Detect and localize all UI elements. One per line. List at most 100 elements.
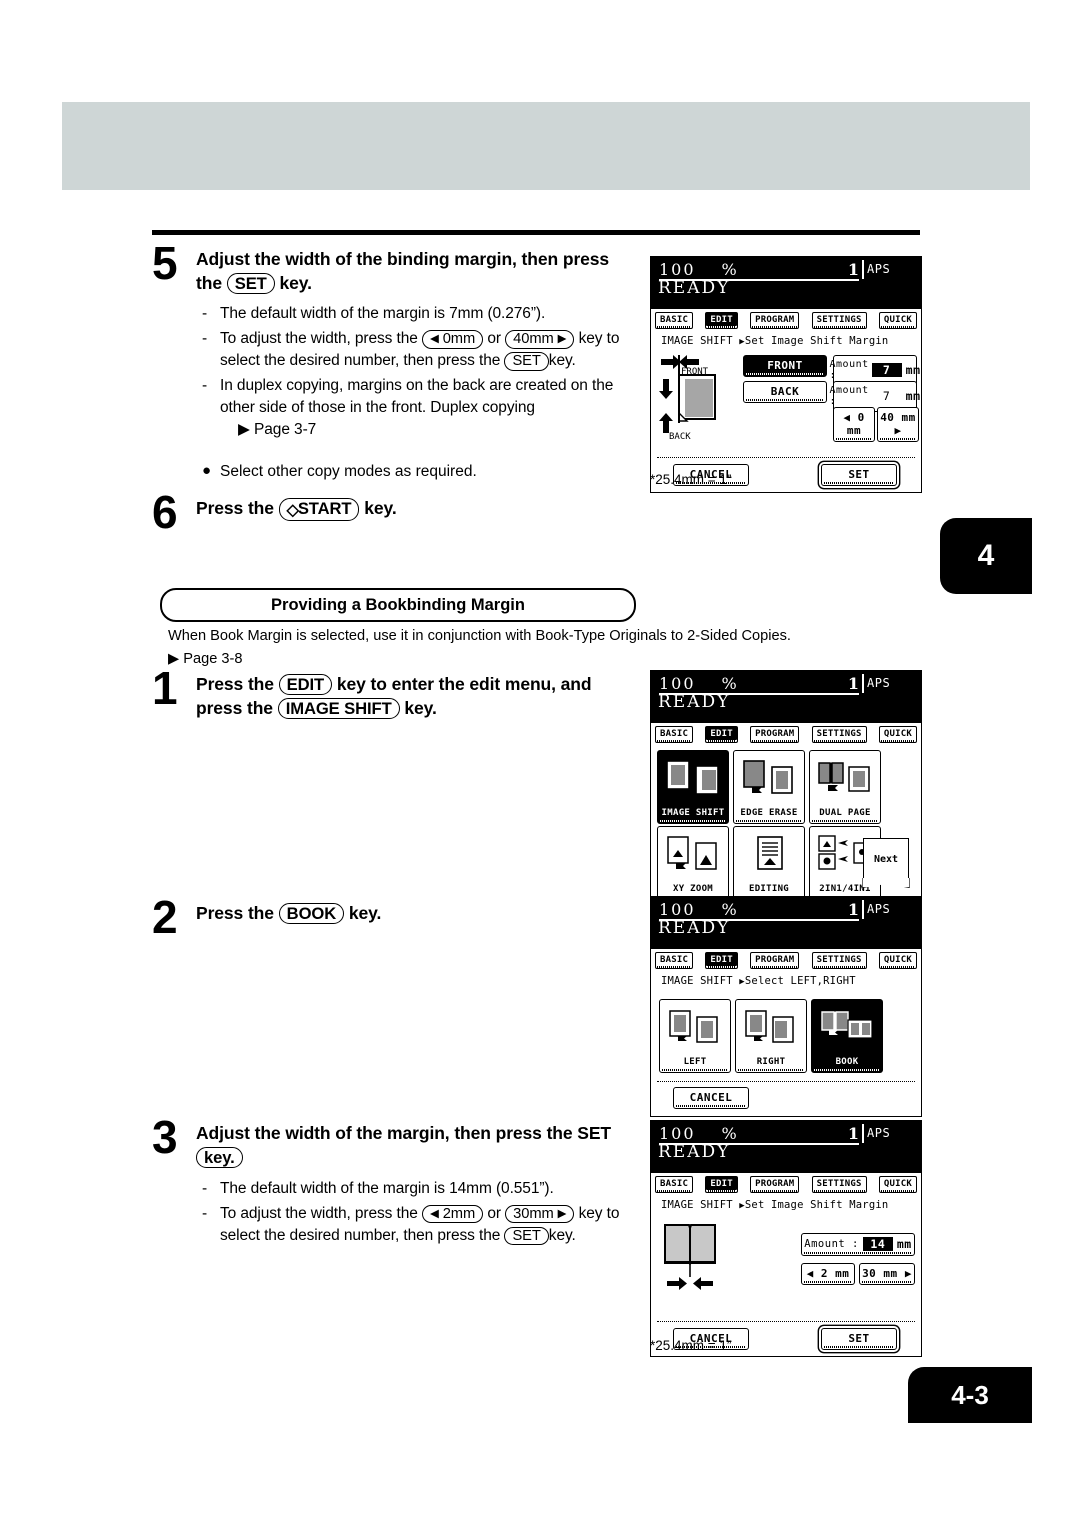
- shift-right-icon: [736, 1000, 806, 1057]
- triangle-left-icon: ◀: [806, 1267, 814, 1280]
- step-5-or: or: [487, 330, 501, 348]
- step-6-pre: Press the: [196, 498, 274, 519]
- tab-program[interactable]: PROGRAM: [750, 312, 800, 329]
- step-5-bullet-3-text: In duplex copying, margins on the back a…: [220, 377, 614, 417]
- tab-edit[interactable]: EDIT: [705, 952, 738, 969]
- chapter-tab: 4: [940, 518, 1032, 594]
- paper-mode-label: APS: [867, 676, 891, 690]
- tile-image-shift-label: IMAGE SHIFT: [661, 808, 725, 818]
- tab-basic[interactable]: BASIC: [655, 1176, 694, 1193]
- tile-dual-page[interactable]: DUAL PAGE: [809, 750, 881, 824]
- increase-margin-button[interactable]: 30 mm ▶: [859, 1263, 915, 1285]
- step-5-bullets: - The default width of the margin is 7mm…: [200, 303, 648, 441]
- amount-back-label: Amount :: [829, 385, 869, 407]
- tile-book-label: BOOK: [835, 1057, 859, 1067]
- breadcrumb-sub: Select LEFT,RIGHT: [744, 975, 856, 987]
- amount-row[interactable]: Amount : 14 mm: [801, 1233, 915, 1256]
- decrease-margin-button[interactable]: ◀ 0 mm: [833, 407, 875, 442]
- lcd-breadcrumb: IMAGE SHIFT ▶Set Image Shift Margin: [651, 1196, 921, 1213]
- tab-quick[interactable]: QUICK: [878, 726, 917, 743]
- percent-sign: %: [721, 900, 739, 919]
- lcd-tab-bar[interactable]: BASIC EDIT PROGRAM SETTINGS QUICK: [651, 949, 921, 972]
- key-word-capsule: key.: [196, 1146, 243, 1168]
- ref-arrow-icon: ▶: [168, 650, 180, 667]
- tile-right[interactable]: RIGHT: [735, 999, 807, 1073]
- zoom-ratio-value: 100: [659, 1124, 696, 1143]
- lcd-tab-bar[interactable]: BASIC EDIT PROGRAM SETTINGS QUICK: [651, 1173, 921, 1196]
- tile-xy-zoom[interactable]: XY ZOOM: [657, 826, 729, 900]
- set-button[interactable]: SET: [821, 1328, 897, 1350]
- tile-image-shift[interactable]: IMAGE SHIFT: [657, 750, 729, 824]
- lcd-action-row: CANCEL: [651, 1082, 921, 1116]
- tab-edit[interactable]: EDIT: [705, 312, 738, 329]
- diamond-icon: ◇: [286, 502, 299, 520]
- lcd-content-area: Amount : 14 mm ◀ 2 mm 30 mm ▶: [651, 1213, 921, 1321]
- tile-left[interactable]: LEFT: [659, 999, 731, 1073]
- tab-quick[interactable]: QUICK: [878, 952, 917, 969]
- breadcrumb-main: IMAGE SHIFT: [661, 335, 733, 347]
- front-button[interactable]: FRONT: [743, 355, 827, 377]
- lcd-content-area: LEFT RIGHT BOOK: [651, 989, 921, 1081]
- lcd-status-bar: 100% 1 APS READY: [651, 671, 921, 723]
- image-shift-icon: [658, 751, 728, 808]
- step-3-heading-line1: Adjust the width of the margin, then pre…: [196, 1123, 612, 1144]
- cancel-button[interactable]: CANCEL: [673, 1087, 749, 1109]
- tile-edge-erase[interactable]: EDGE ERASE: [733, 750, 805, 824]
- lcd-tab-bar[interactable]: BASIC EDIT PROGRAM SETTINGS QUICK: [651, 723, 921, 746]
- section-lede-text: When Book Margin is selected, use it in …: [168, 628, 791, 644]
- lcd-panel-select-left-right[interactable]: 100% 1 APS READY BASIC EDIT PROGRAM SETT…: [650, 896, 922, 1117]
- amount-front-label: Amount :: [829, 359, 869, 381]
- amount-front-value: 7: [871, 363, 902, 377]
- tab-settings[interactable]: SETTINGS: [811, 1176, 867, 1193]
- tab-program[interactable]: PROGRAM: [750, 952, 800, 969]
- tile-right-label: RIGHT: [756, 1057, 786, 1067]
- lcd-panel-edit-menu[interactable]: 100% 1 APS READY BASIC EDIT PROGRAM SETT…: [650, 670, 922, 913]
- lcd-panel-image-shift-margin[interactable]: 100% 1 APS READY BASIC EDIT PROGRAM SETT…: [650, 256, 922, 493]
- edit-key-capsule: EDIT: [278, 674, 333, 696]
- bullet-dash: -: [202, 305, 208, 323]
- lcd-panel-book-margin-amount[interactable]: 100% 1 APS READY BASIC EDIT PROGRAM SETT…: [650, 1120, 922, 1357]
- step-1-line1-post: key to enter the edit menu, and: [336, 674, 592, 695]
- set-button[interactable]: SET: [821, 464, 897, 486]
- amount-back-unit: mm: [905, 389, 921, 403]
- tile-book[interactable]: BOOK: [811, 999, 883, 1073]
- copy-count-field: 1: [819, 674, 864, 693]
- tab-quick[interactable]: QUICK: [878, 312, 917, 329]
- section-title: Providing a Bookbinding Margin: [160, 588, 636, 622]
- tile-editing[interactable]: EDITING: [733, 826, 805, 900]
- tab-settings[interactable]: SETTINGS: [811, 726, 867, 743]
- tab-program[interactable]: PROGRAM: [750, 1176, 800, 1193]
- step-5-heading-line2-post: key.: [279, 272, 312, 293]
- step-1-heading: Press the EDIT key to enter the edit men…: [196, 673, 648, 720]
- increase-margin-button[interactable]: 40 mm ▶: [877, 407, 919, 442]
- decrease-margin-button[interactable]: ◀ 2 mm: [801, 1263, 855, 1285]
- tab-settings[interactable]: SETTINGS: [811, 312, 867, 329]
- tab-basic[interactable]: BASIC: [655, 312, 694, 329]
- open-book-diagram-icon: [664, 1224, 716, 1290]
- back-button[interactable]: BACK: [743, 381, 827, 403]
- lcd-tab-bar[interactable]: BASIC EDIT PROGRAM SETTINGS QUICK: [651, 309, 921, 332]
- percent-sign: %: [721, 674, 739, 693]
- amount-value: 14: [862, 1237, 893, 1251]
- tab-edit[interactable]: EDIT: [705, 1176, 738, 1193]
- amount-back-value: 7: [871, 389, 902, 403]
- status-message: READY: [658, 692, 731, 712]
- tab-edit[interactable]: EDIT: [705, 726, 738, 743]
- step-3-bullet-1: - The default width of the margin is 14m…: [200, 1178, 652, 1200]
- step-5-bullet-2-end: key.: [548, 352, 576, 370]
- bullet-dash: -: [202, 330, 208, 348]
- next-button[interactable]: Next: [863, 838, 909, 880]
- breadcrumb-sub: Set Image Shift Margin: [744, 335, 889, 347]
- triangle-right-icon: ▶: [557, 1207, 567, 1220]
- next-button-label: Next: [873, 853, 899, 865]
- tab-basic[interactable]: BASIC: [655, 952, 694, 969]
- tab-basic[interactable]: BASIC: [655, 726, 694, 743]
- tab-program[interactable]: PROGRAM: [750, 726, 800, 743]
- section-page-ref: ▶ Page 3-8: [168, 650, 243, 667]
- step-1: 1 Press the EDIT key to enter the edit m…: [152, 665, 648, 735]
- tab-settings[interactable]: SETTINGS: [811, 952, 867, 969]
- tab-quick[interactable]: QUICK: [878, 1176, 917, 1193]
- step-2-pre: Press the: [196, 903, 274, 924]
- instruction-column: 5 Adjust the width of the binding margin…: [152, 240, 648, 1250]
- ref-arrow-icon: ▶: [238, 421, 250, 439]
